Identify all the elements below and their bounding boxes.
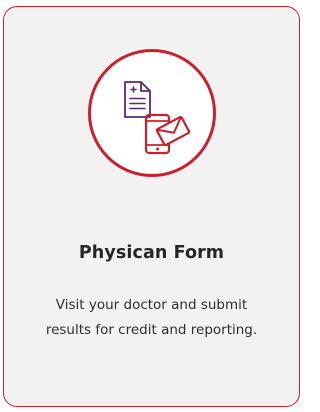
physician-form-icon-badge bbox=[88, 49, 216, 177]
card-title: Physican Form bbox=[78, 243, 225, 263]
document-icon bbox=[124, 81, 151, 118]
card-description: Visit your doctor and submit results for… bbox=[45, 297, 258, 338]
physician-form-card[interactable]: Physican Form Visit your doctor and subm… bbox=[3, 6, 300, 407]
document-and-phone-mail-icon bbox=[124, 81, 191, 155]
